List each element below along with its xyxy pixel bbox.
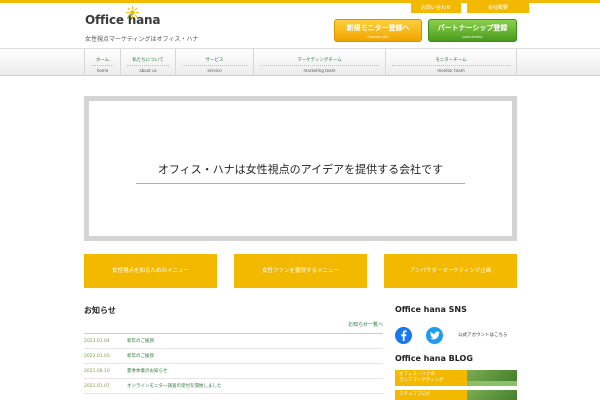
hero-banner: オフィス・ハナは女性視点のアイデアを提供する会社です — [84, 96, 517, 241]
contact-link[interactable]: お問い合わせ — [411, 3, 461, 13]
news-date: 2023.01.04 — [84, 338, 110, 344]
twitter-icon[interactable] — [426, 326, 443, 344]
news-date: 2021.01.07 — [84, 383, 110, 389]
monitor-register-button[interactable]: 新規モニター登録へ monitor site — [334, 19, 422, 42]
news-row: 2023.01.04 新年のご挨拶 — [84, 334, 383, 349]
nav-item-marketing-team[interactable]: マーケティングチーム marketing team — [253, 49, 385, 76]
nav-item-monitor-team[interactable]: モニターチーム monitor team — [385, 49, 517, 76]
monitor-register-label: 新規モニター登録へ — [346, 24, 410, 32]
news-link[interactable]: 夏季休業のお知らせ — [127, 368, 167, 374]
blog-title: Office hana BLOG — [395, 354, 473, 363]
menu-buttons: 女性視点を知るためのメニュー 女性ファンを獲得するメニュー アンバサダーマーケテ… — [84, 254, 517, 288]
logo-text: Office hana — [85, 13, 161, 27]
blog-photo — [467, 370, 517, 386]
news-more-link[interactable]: お知らせ一覧へ — [84, 321, 383, 334]
partner-register-sublabel: partnership — [462, 35, 483, 39]
news-row: 2022.01.03 新年のご挨拶 — [84, 349, 383, 364]
menu-button-ambassador[interactable]: アンバサダーマーケティング企画 — [384, 254, 517, 288]
hero-divider — [136, 183, 465, 184]
nav-item-en: marketing team — [303, 68, 336, 73]
sun-flower-icon — [126, 6, 139, 19]
news-section: お知らせ お知らせ一覧へ 2023.01.04 新年のご挨拶 2022.01.0… — [84, 305, 383, 394]
monitor-register-sublabel: monitor site — [367, 35, 389, 39]
nav-item-ja: 私たちについて — [127, 57, 169, 66]
hero-inner: オフィス・ハナは女性視点のアイデアを提供する会社です — [89, 101, 512, 236]
global-nav: ホーム home 私たちについて about us サービス service マ… — [0, 48, 600, 76]
nav-item-en: service — [207, 68, 222, 73]
news-date: 2021.08.10 — [84, 368, 110, 374]
nav-item-ja: ホーム — [91, 57, 114, 66]
news-link[interactable]: 新年のご挨拶 — [127, 353, 154, 359]
blog-banner-text: スタッフブログ — [399, 392, 431, 397]
hero-text: オフィス・ハナは女性視点のアイデアを提供する会社です — [157, 163, 444, 176]
sns-title: Office hana SNS — [395, 305, 467, 314]
news-date: 2022.01.03 — [84, 353, 110, 359]
logo[interactable]: Office hana — [85, 6, 161, 28]
news-link[interactable]: オンラインモニター調査の受付を開始しました — [127, 383, 222, 389]
menu-button-win-fans[interactable]: 女性ファンを獲得するメニュー — [234, 254, 367, 288]
utility-links: お問い合わせ 会社概要 — [411, 3, 529, 13]
partner-register-label: パートナーシップ登録 — [437, 24, 508, 32]
blog-banner[interactable]: スタッフブログ — [395, 390, 517, 400]
sidebar: Office hana SNS 公式アカウントはこちら Office hana … — [395, 305, 517, 400]
menu-button-know-women[interactable]: 女性視点を知るためのメニュー — [84, 254, 217, 288]
blog-banners: オフィス・ハナの ラニアマーケティング スタッフブログ — [395, 370, 517, 400]
nav-item-en: home — [96, 68, 109, 73]
news-row: 2021.08.10 夏季休業のお知らせ — [84, 364, 383, 379]
blog-banner-text: オフィス・ハナの ラニアマーケティング — [399, 372, 444, 383]
nav-item-service[interactable]: サービス service — [175, 49, 253, 76]
company-link[interactable]: 会社概要 — [467, 3, 529, 13]
news-row: 2021.01.07 オンラインモニター調査の受付を開始しました — [84, 379, 383, 394]
news-link[interactable]: 新年のご挨拶 — [127, 338, 154, 344]
sns-row: 公式アカウントはこちら — [395, 326, 517, 344]
blog-banner[interactable]: オフィス・ハナの ラニアマーケティング — [395, 370, 517, 386]
nav-item-ja: マーケティングチーム — [260, 57, 379, 66]
nav-item-ja: モニターチーム — [392, 57, 510, 66]
nav-item-en: monitor team — [437, 68, 465, 73]
tagline: 女性視点マーケティングはオフィス・ハナ — [85, 36, 199, 43]
facebook-icon[interactable] — [395, 326, 412, 344]
nav-item-about[interactable]: 私たちについて about us — [120, 49, 175, 76]
blog-photo — [467, 390, 517, 400]
partner-register-button[interactable]: パートナーシップ登録 partnership — [428, 19, 517, 42]
sns-text: 公式アカウントはこちら — [458, 333, 508, 338]
nav-item-en: about us — [139, 68, 157, 73]
nav-item-home[interactable]: ホーム home — [84, 49, 120, 76]
news-title: お知らせ — [84, 306, 116, 315]
nav-item-ja: サービス — [182, 57, 247, 66]
